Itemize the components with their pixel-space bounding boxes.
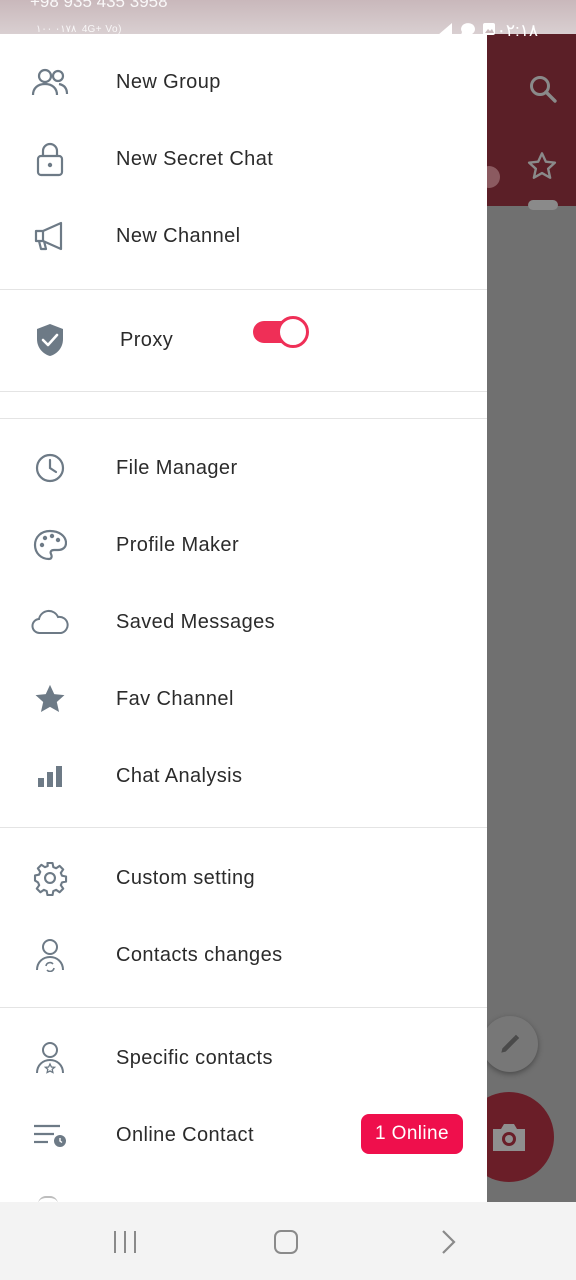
menu-label-online-contact: Online Contact bbox=[116, 1123, 254, 1146]
shield-check-icon bbox=[30, 320, 70, 360]
menu-item-new-channel[interactable]: New Channel bbox=[0, 198, 487, 274]
menu-item-new-secret-chat[interactable]: New Secret Chat bbox=[0, 121, 487, 197]
star-outline-icon bbox=[526, 150, 558, 187]
cloud-icon bbox=[30, 602, 70, 642]
contact-star-icon bbox=[30, 1038, 70, 1078]
menu-item-new-group[interactable]: New Group bbox=[0, 44, 487, 120]
menu-item-file-manager[interactable]: File Manager bbox=[0, 430, 487, 506]
divider bbox=[0, 289, 487, 290]
divider bbox=[0, 827, 487, 828]
recents-icon bbox=[114, 1231, 136, 1253]
menu-label-contacts-changes: Contacts changes bbox=[116, 943, 283, 966]
group-icon bbox=[30, 62, 70, 102]
menu-label-profile-maker: Profile Maker bbox=[116, 533, 240, 556]
gear-icon bbox=[30, 858, 70, 898]
contact-sync-icon bbox=[30, 935, 70, 975]
recents-button[interactable] bbox=[105, 1226, 145, 1258]
menu-label-new-secret-chat: New Secret Chat bbox=[116, 147, 274, 170]
status-network-info: ۱۰۰ ۰۱۷۸ ‎ 4G+ Vo) bbox=[36, 24, 122, 35]
divider bbox=[0, 1007, 487, 1008]
message-icon bbox=[461, 23, 475, 36]
toggle-knob bbox=[277, 316, 309, 348]
menu-item-chat-analysis[interactable]: Chat Analysis bbox=[0, 738, 487, 814]
menu-item-online-contact[interactable]: Online Contact 1 Online bbox=[0, 1097, 487, 1173]
divider bbox=[0, 418, 487, 419]
status-phone-number: +98 935 435 3958 bbox=[30, 0, 168, 11]
pencil-icon bbox=[501, 1034, 520, 1053]
list-clock-icon bbox=[30, 1115, 70, 1155]
back-button[interactable] bbox=[428, 1226, 468, 1258]
compose-button bbox=[482, 1016, 538, 1072]
search-icon bbox=[528, 74, 558, 109]
signal-icon bbox=[438, 23, 452, 35]
bar-chart-icon bbox=[30, 756, 70, 796]
menu-item-custom-setting[interactable]: Custom setting bbox=[0, 840, 487, 916]
status-icons bbox=[436, 22, 496, 36]
system-navigation-bar bbox=[0, 1202, 576, 1280]
camera-icon bbox=[493, 1124, 525, 1151]
menu-label-specific-contacts: Specific contacts bbox=[116, 1046, 273, 1069]
menu-label-new-channel: New Channel bbox=[116, 224, 241, 247]
status-bar: +98 935 435 3958 ۱۰۰ ۰۱۷۸ ‎ 4G+ Vo) ۰۲:۱… bbox=[0, 0, 576, 40]
menu-label-file-manager: File Manager bbox=[116, 456, 238, 479]
home-button[interactable] bbox=[266, 1226, 306, 1258]
palette-icon bbox=[30, 525, 70, 565]
menu-item-proxy[interactable]: Proxy bbox=[0, 302, 487, 378]
back-icon bbox=[442, 1230, 456, 1254]
menu-item-saved-messages[interactable]: Saved Messages bbox=[0, 584, 487, 660]
menu-label-chat-analysis: Chat Analysis bbox=[116, 764, 243, 787]
home-icon bbox=[274, 1230, 298, 1254]
megaphone-icon bbox=[30, 216, 70, 256]
proxy-toggle[interactable] bbox=[253, 315, 309, 348]
clock-icon bbox=[30, 448, 70, 488]
online-count-badge: 1 Online bbox=[361, 1114, 463, 1154]
navigation-drawer: New Group New Secret Chat New Channel Pr… bbox=[0, 34, 487, 1202]
background-tab-indicator bbox=[528, 200, 558, 210]
menu-item-profile-maker[interactable]: Profile Maker bbox=[0, 507, 487, 583]
menu-label-custom-setting: Custom setting bbox=[116, 866, 255, 889]
lock-icon bbox=[30, 139, 70, 179]
gallery-icon bbox=[483, 23, 495, 35]
menu-label-new-group: New Group bbox=[116, 70, 221, 93]
menu-label-saved-messages: Saved Messages bbox=[116, 610, 276, 633]
menu-item-specific-contacts[interactable]: Specific contacts bbox=[0, 1020, 487, 1096]
menu-label-fav-channel: Fav Channel bbox=[116, 687, 234, 710]
menu-item-fav-channel[interactable]: Fav Channel bbox=[0, 661, 487, 737]
status-time: ۰۲:۱۸ bbox=[496, 21, 538, 40]
divider bbox=[0, 391, 487, 392]
menu-label-proxy: Proxy bbox=[120, 328, 174, 351]
star-icon bbox=[30, 679, 70, 719]
menu-item-contacts-changes[interactable]: Contacts changes bbox=[0, 917, 487, 993]
